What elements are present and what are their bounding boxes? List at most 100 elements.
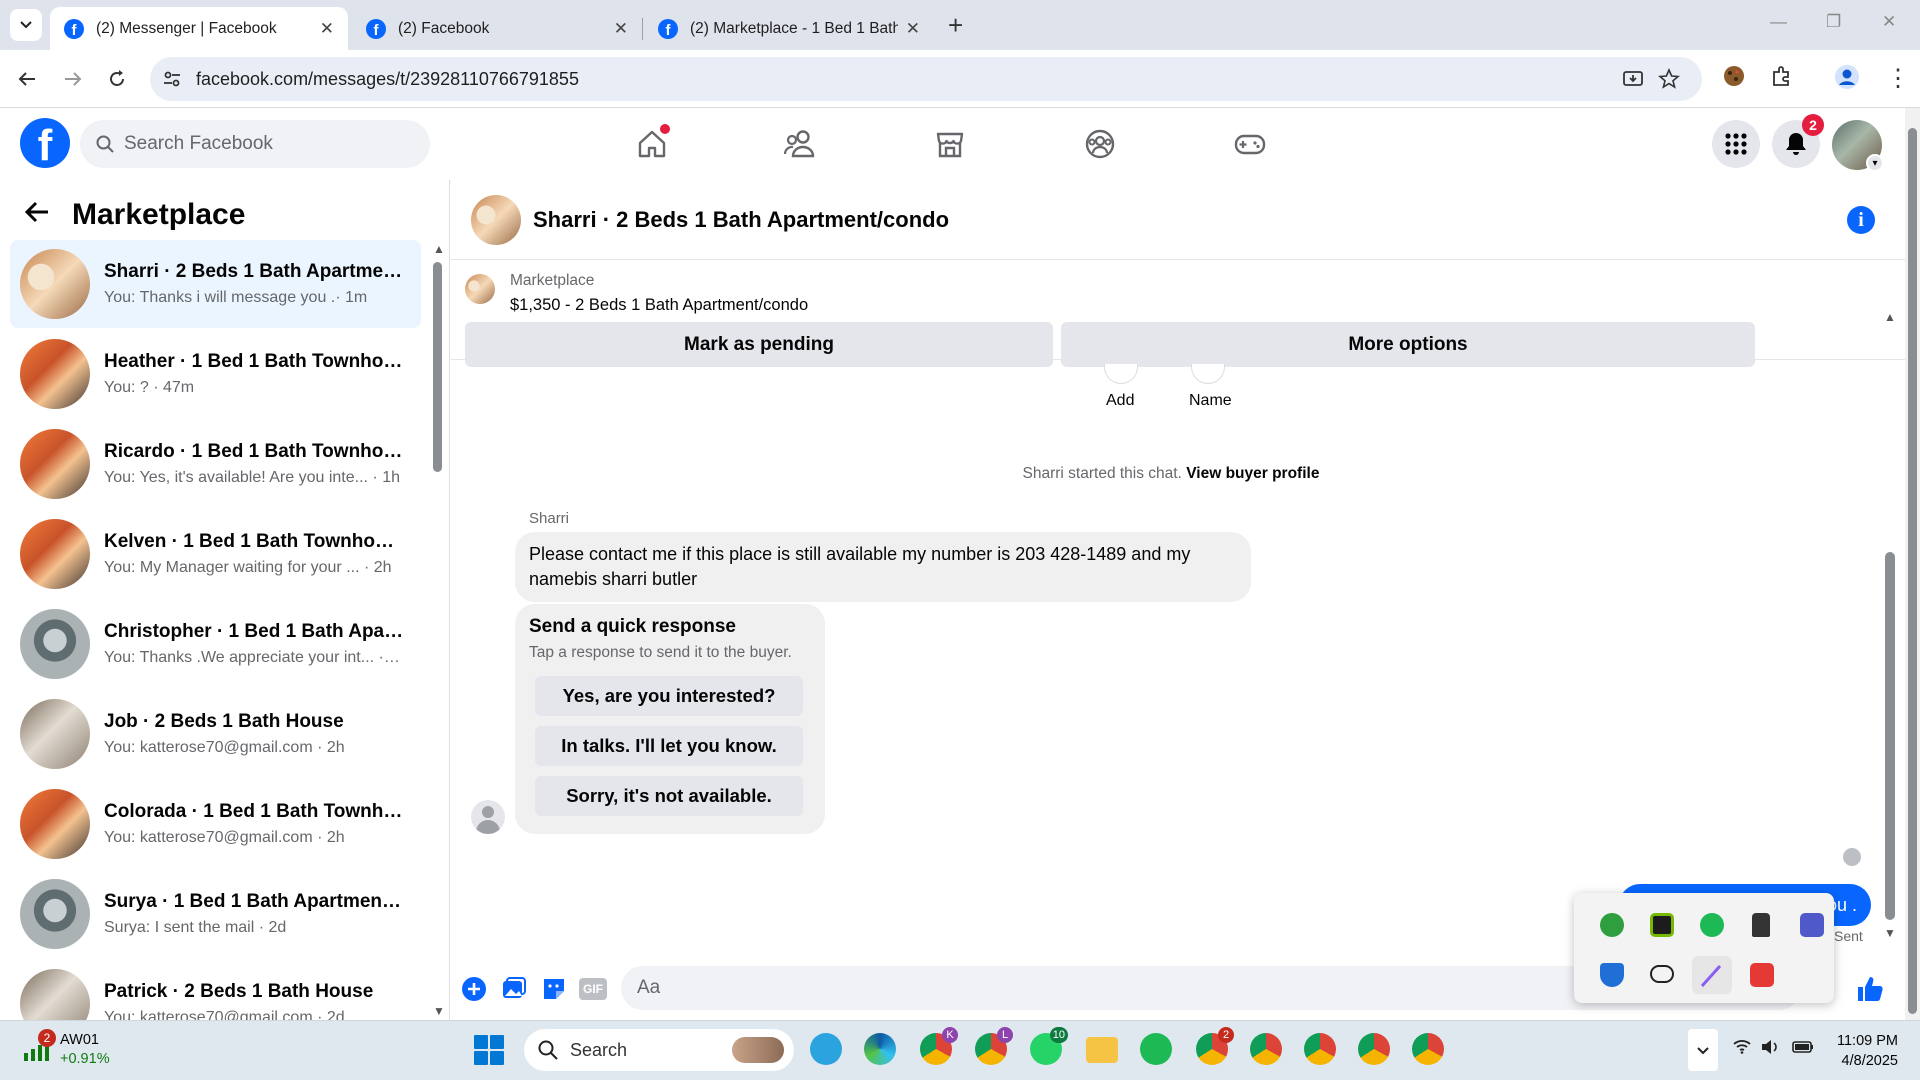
photo-icon[interactable] — [501, 976, 527, 1002]
nvidia-icon[interactable] — [1650, 913, 1674, 937]
notifications-button[interactable]: 2 — [1772, 114, 1824, 168]
page-scrollbar-thumb[interactable] — [1908, 128, 1917, 1014]
address-bar[interactable]: facebook.com/messages/t/2392811076679185… — [150, 57, 1702, 101]
pen-tray-icon-bg[interactable] — [1692, 956, 1732, 994]
chrome-icon-5[interactable] — [1412, 1033, 1444, 1065]
show-hidden-icons-button[interactable] — [1688, 1029, 1718, 1071]
restore-icon[interactable]: ❐ — [1826, 12, 1841, 32]
conversation-item[interactable]: Kelven · 1 Bed 1 Bath Townhouse You: My M… — [10, 510, 421, 598]
anydesk-icon[interactable] — [1750, 963, 1774, 987]
scroll-down-arrow-icon[interactable]: ▼ — [1884, 926, 1896, 940]
cookie-extension-icon[interactable] — [1722, 64, 1746, 94]
install-app-icon[interactable] — [1622, 68, 1644, 90]
system-clock[interactable]: 11:09 PM 4/8/2025 — [1828, 1031, 1898, 1072]
spotify-icon[interactable] — [1140, 1033, 1172, 1065]
spotify-tray-icon[interactable] — [1700, 913, 1724, 937]
reload-button[interactable] — [100, 62, 134, 96]
add-chip-icon[interactable] — [1104, 364, 1138, 384]
back-arrow-icon[interactable] — [24, 198, 50, 232]
forward-button[interactable] — [56, 62, 90, 96]
scroll-up-arrow-icon[interactable]: ▲ — [433, 242, 445, 256]
conversation-item[interactable]: Ricardo · 1 Bed 1 Bath Townhouse You: Yes… — [10, 420, 421, 508]
quick-response-not-available-button[interactable]: Sorry, it's not available. — [535, 776, 803, 816]
chrome-icon-4[interactable] — [1358, 1033, 1390, 1065]
page-scrollbar[interactable] — [1905, 108, 1920, 1020]
new-tab-button[interactable]: + — [948, 10, 963, 41]
tab-messenger[interactable]: f (2) Messenger | Facebook ✕ — [50, 7, 348, 50]
chrome-profile-l-icon[interactable]: L — [975, 1027, 1013, 1065]
conversation-item[interactable]: Heather · 1 Bed 1 Bath Townhouse You: ? ·… — [10, 330, 421, 418]
nav-home[interactable] — [622, 122, 682, 166]
name-chip-icon[interactable] — [1191, 364, 1225, 384]
conversation-item[interactable]: Colorada · 1 Bed 1 Bath Townho... You: ka… — [10, 780, 421, 868]
close-window-icon[interactable]: ✕ — [1882, 12, 1896, 32]
menu-button[interactable] — [1712, 120, 1760, 168]
conversation-item[interactable]: Patrick · 2 Beds 1 Bath House You: katter… — [10, 960, 421, 1020]
chat-scrollbar[interactable] — [1885, 552, 1895, 920]
close-tab-icon[interactable]: ✕ — [614, 19, 628, 39]
site-info-icon[interactable] — [162, 69, 182, 89]
profile-icon[interactable] — [1834, 64, 1860, 96]
search-input[interactable] — [124, 133, 404, 155]
battery-icon[interactable] — [1792, 1038, 1814, 1059]
facebook-search[interactable] — [80, 120, 430, 168]
stock-widget[interactable]: 2 AW01 +0.91% — [22, 1028, 110, 1069]
bookmark-star-icon[interactable] — [1658, 68, 1680, 90]
name-chip-label[interactable]: Name — [1189, 392, 1232, 410]
scroll-down-arrow-icon[interactable]: ▼ — [433, 1004, 445, 1018]
chrome-profile-k-icon[interactable]: K — [920, 1027, 958, 1065]
tab-search-button[interactable] — [10, 9, 42, 41]
facebook-logo[interactable]: f — [20, 118, 70, 168]
quick-response-in-talks-button[interactable]: In talks. I'll let you know. — [535, 726, 803, 766]
nav-gaming[interactable] — [1220, 122, 1280, 166]
tab-marketplace[interactable]: f (2) Marketplace - 1 Bed 1 Bath T ✕ — [644, 7, 934, 50]
chrome-icon-2[interactable] — [1250, 1033, 1282, 1065]
security-shield-icon[interactable] — [1600, 913, 1624, 937]
scroll-up-arrow-icon[interactable]: ▲ — [1884, 310, 1896, 324]
browser-menu-icon[interactable]: ⋮ — [1886, 64, 1910, 93]
extensions-icon[interactable] — [1770, 64, 1794, 94]
chrome-icon-3[interactable] — [1304, 1033, 1336, 1065]
onedrive-offline-icon[interactable] — [1650, 965, 1674, 983]
conversation-item[interactable]: Sharri · 2 Beds 1 Bath Apartment... You: … — [10, 240, 421, 328]
thumbs-up-icon[interactable] — [1855, 974, 1885, 1004]
nav-groups[interactable] — [1070, 122, 1130, 166]
tab-facebook[interactable]: f (2) Facebook ✕ — [352, 7, 642, 50]
whatsapp-icon[interactable]: 10 — [1030, 1027, 1068, 1065]
usb-drive-icon[interactable] — [1752, 913, 1770, 937]
plus-circle-icon[interactable] — [461, 976, 487, 1002]
mark-as-pending-button[interactable]: Mark as pending — [465, 322, 1053, 367]
defender-icon[interactable] — [1600, 963, 1624, 987]
quick-response-yes-button[interactable]: Yes, are you interested? — [535, 676, 803, 716]
more-options-button[interactable]: More options — [1061, 322, 1755, 367]
edge-icon[interactable] — [864, 1033, 896, 1065]
close-tab-icon[interactable]: ✕ — [906, 19, 920, 39]
volume-icon[interactable] — [1760, 1038, 1780, 1061]
close-tab-icon[interactable]: ✕ — [320, 19, 334, 39]
teams-tray-icon[interactable] — [1800, 913, 1824, 937]
chrome-icon[interactable]: 2 — [1196, 1027, 1234, 1065]
gif-button[interactable]: GIF — [579, 978, 607, 1000]
back-button[interactable] — [10, 62, 44, 96]
info-icon[interactable]: i — [1847, 206, 1875, 234]
file-explorer-icon[interactable] — [1086, 1037, 1118, 1063]
conversation-item[interactable]: Surya · 1 Bed 1 Bath Apartment/... Surya:… — [10, 870, 421, 958]
minimize-icon[interactable]: — — [1770, 12, 1787, 32]
sticker-icon[interactable] — [541, 976, 567, 1002]
view-buyer-profile-link[interactable]: View buyer profile — [1186, 465, 1319, 482]
chat-title[interactable]: Sharri · 2 Beds 1 Bath Apartment/condo — [533, 207, 949, 233]
start-button[interactable] — [474, 1035, 504, 1065]
taskbar-search[interactable]: Search — [524, 1029, 794, 1071]
conversation-list-scrollbar[interactable] — [433, 262, 442, 472]
nav-friends[interactable] — [770, 122, 830, 166]
add-chip-label[interactable]: Add — [1106, 392, 1134, 410]
listing-thumbnail[interactable] — [465, 274, 495, 304]
listing-avatar[interactable] — [471, 194, 521, 245]
nav-marketplace[interactable] — [920, 122, 980, 166]
conversation-item[interactable]: Christopher · 1 Bed 1 Bath Apart... You: … — [10, 600, 421, 688]
wifi-icon[interactable] — [1732, 1038, 1752, 1059]
buyer-avatar[interactable] — [471, 800, 505, 834]
account-avatar[interactable]: ▾ — [1832, 120, 1884, 172]
listing-price-title[interactable]: $1,350 - 2 Beds 1 Bath Apartment/condo — [510, 296, 808, 315]
conversation-item[interactable]: Job · 2 Beds 1 Bath House You: katterose7… — [10, 690, 421, 778]
